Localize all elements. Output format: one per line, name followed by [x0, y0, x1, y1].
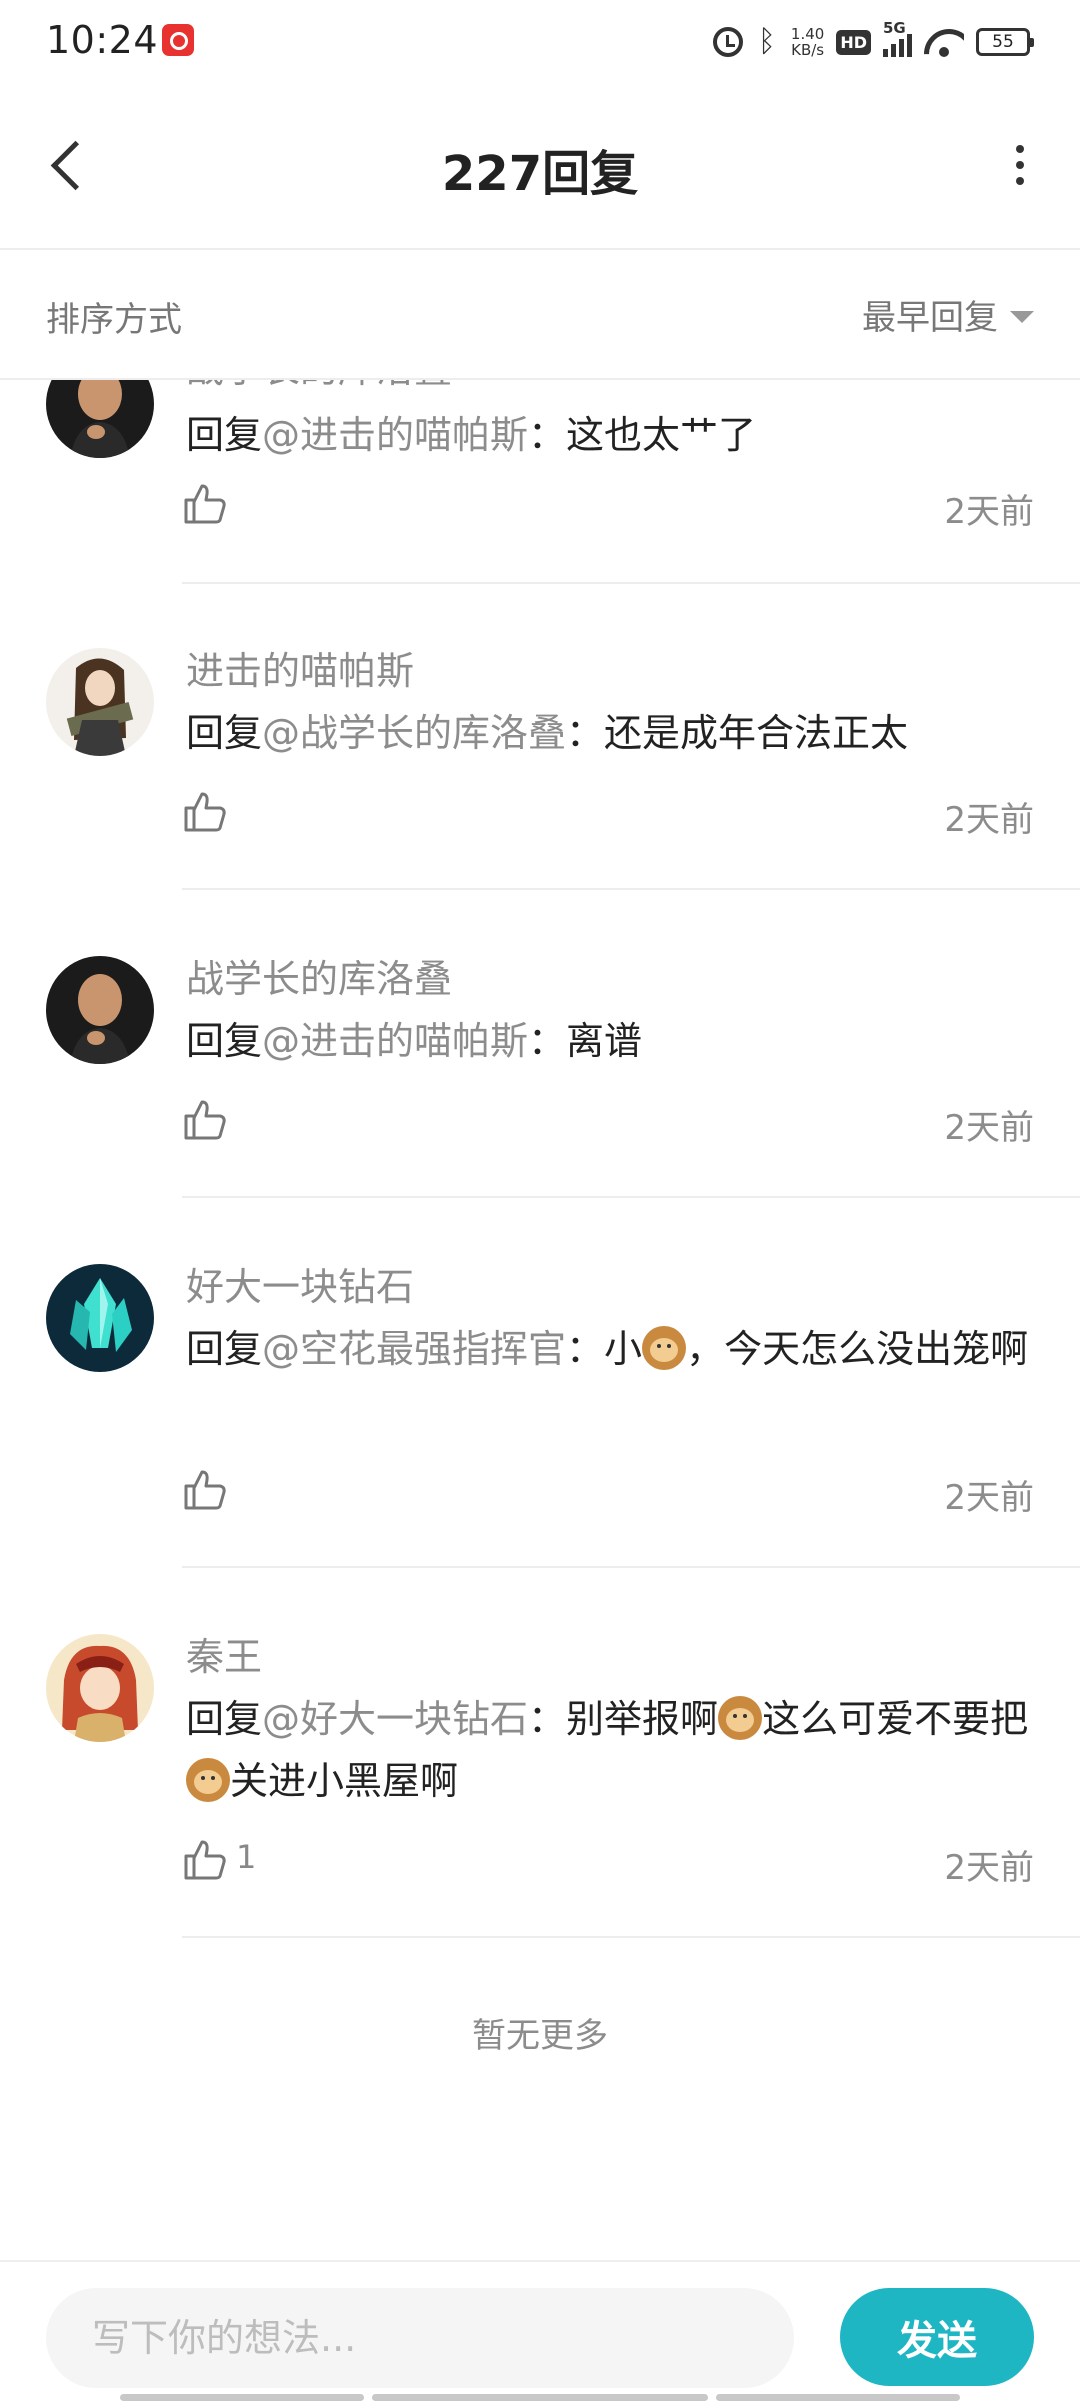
reply-text: 回复@空花最强指挥官：小 ，今天怎么没出笼啊 [186, 1326, 1029, 1371]
sort-label: 排序方式 [46, 300, 182, 340]
reply-text: 回复@战学长的库洛叠：还是成年合法正太 [186, 711, 909, 755]
divider [182, 888, 1080, 890]
like-count: 1 [236, 1838, 257, 1876]
username[interactable]: 进击的喵帕斯 [186, 640, 414, 695]
status-bar: 10:24 ᛒ 1.40 KB/s HD 5G 55 [0, 0, 1080, 84]
reply-time: 2天前 [944, 1478, 1034, 1518]
reply-time: 2天前 [944, 800, 1034, 840]
reply-text: 回复@好大一块钻石：别举报啊 这么可爱不要把关进小黑屋啊 [186, 1696, 1029, 1803]
page-title: 227回复 [441, 146, 639, 202]
sort-bar: 排序方式 最早回复 [0, 250, 1080, 380]
header: 227回复 [0, 84, 1080, 250]
list-item: 秦王 回复@好大一块钻石：别举报啊 这么可爱不要把关进小黑屋啊 1 2天前 [0, 1598, 1080, 1968]
hd-icon: HD [836, 29, 871, 55]
reply-text: 回复@进击的喵帕斯：这也太艹了 [186, 413, 757, 457]
avatar[interactable] [46, 956, 154, 1064]
monkey-emoji-icon [642, 1326, 687, 1370]
thumbs-up-icon[interactable] [182, 1096, 228, 1142]
mention-link[interactable]: @战学长的库洛叠 [262, 711, 566, 755]
username[interactable]: 好大一块钻石 [186, 1256, 414, 1311]
send-button[interactable]: 发送 [840, 2288, 1034, 2386]
reply-list: 战学长的库洛叠 回复@进击的喵帕斯：这也太艹了 2天前 进击的喵帕斯 回复@战学… [0, 380, 1080, 2260]
page: 10:24 ᛒ 1.40 KB/s HD 5G 55 227回复 排序方式 最早… [0, 0, 1080, 2408]
divider [182, 1936, 1080, 1938]
alarm-icon [712, 27, 743, 57]
list-item: 进击的喵帕斯 回复@战学长的库洛叠：还是成年合法正太 2天前 [0, 612, 1080, 920]
reply-text: 回复@进击的喵帕斯：离谱 [186, 1019, 643, 1063]
monkey-emoji-icon [186, 1758, 230, 1802]
network-speed-unit: KB/s [791, 41, 825, 59]
gesture-bar [372, 2394, 708, 2401]
mention-link[interactable]: @空花最强指挥官 [262, 1327, 566, 1371]
gesture-bar [120, 2394, 364, 2401]
comment-input[interactable] [46, 2288, 794, 2388]
mention-link[interactable]: @进击的喵帕斯 [262, 413, 528, 457]
thumbs-up-icon[interactable] [182, 1466, 228, 1512]
list-item: 战学长的库洛叠 回复@进击的喵帕斯：这也太艹了 2天前 [0, 380, 1080, 610]
gesture-bar [716, 2394, 960, 2401]
netease-music-icon [162, 24, 194, 56]
avatar[interactable] [46, 648, 154, 756]
divider [182, 1566, 1080, 1568]
reply-time: 2天前 [944, 492, 1034, 532]
monkey-emoji-icon [718, 1696, 763, 1740]
chevron-down-icon [1010, 310, 1034, 323]
more-options-icon[interactable] [990, 130, 1050, 200]
sort-selected-value: 最早回复 [862, 298, 998, 338]
avatar[interactable] [46, 1264, 154, 1372]
status-time: 10:24 [46, 18, 159, 62]
network-speed: 1.40 KB/s [791, 26, 824, 58]
status-icons: ᛒ 1.40 KB/s HD 5G 55 [712, 19, 1034, 64]
signal-icon: 5G [883, 19, 912, 57]
thumbs-up-icon[interactable] [182, 1836, 228, 1882]
divider [182, 582, 1080, 584]
network-type: 5G [883, 19, 906, 37]
battery-icon: 55 [976, 28, 1034, 56]
comment-composer: 发送 [0, 2260, 1080, 2408]
network-speed-value: 1.40 [790, 25, 825, 43]
mention-link[interactable]: @好大一块钻石 [262, 1697, 528, 1741]
avatar[interactable] [46, 380, 154, 458]
sort-dropdown[interactable]: 最早回复 [862, 290, 1034, 339]
reply-time: 2天前 [944, 1848, 1034, 1888]
thumbs-up-icon[interactable] [182, 480, 228, 526]
divider [182, 1196, 1080, 1198]
reply-time: 2天前 [944, 1108, 1034, 1148]
list-item: 战学长的库洛叠 回复@进击的喵帕斯：离谱 2天前 [0, 920, 1080, 1228]
username[interactable]: 战学长的库洛叠 [186, 380, 452, 393]
username[interactable]: 秦王 [186, 1626, 262, 1681]
avatar[interactable] [46, 1634, 154, 1742]
list-item: 好大一块钻石 回复@空花最强指挥官：小 ，今天怎么没出笼啊 2天前 [0, 1228, 1080, 1598]
thumbs-up-icon[interactable] [182, 788, 228, 834]
bluetooth-icon: ᛒ [757, 24, 776, 59]
mention-link[interactable]: @进击的喵帕斯 [262, 1019, 528, 1063]
no-more-text: 暂无更多 [472, 2016, 608, 2056]
username[interactable]: 战学长的库洛叠 [186, 948, 452, 1003]
wifi-icon [924, 27, 964, 57]
